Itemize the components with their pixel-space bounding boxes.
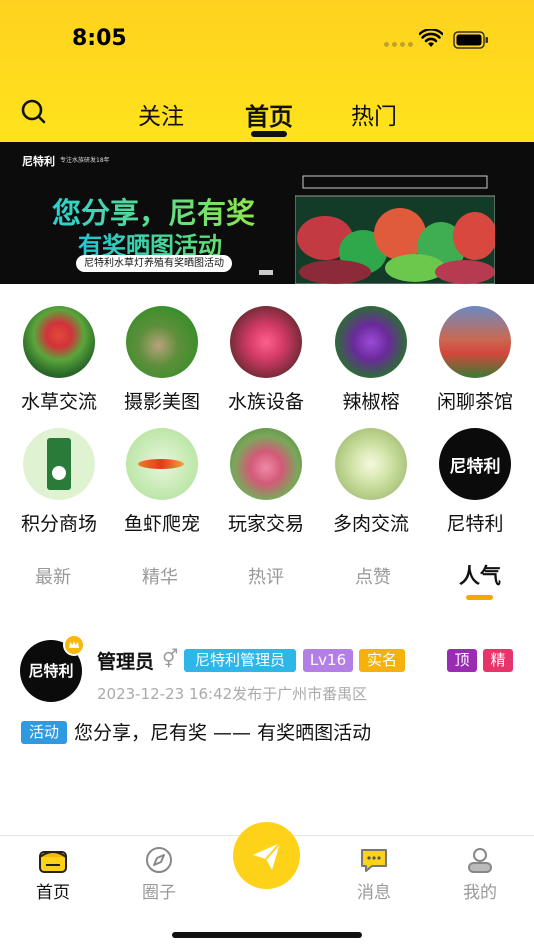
home-indicator (172, 932, 362, 938)
search-icon[interactable] (18, 96, 50, 128)
sort-popularity[interactable]: 人气 (459, 560, 501, 590)
category-image: 尼特利 (439, 428, 511, 500)
compass-icon (146, 847, 172, 873)
level-badge: Lv16 (303, 649, 353, 672)
nav-profile[interactable]: 我的 (450, 846, 510, 903)
category-points-mall[interactable]: 积分商场 (9, 428, 109, 536)
tab-follow[interactable]: 关注 (138, 97, 184, 131)
home-icon (39, 851, 67, 873)
post-title[interactable]: 您分享，尼有奖 —— 有奖晒图活动 (74, 718, 371, 745)
sort-hot-comments[interactable]: 热评 (248, 563, 284, 589)
sort-latest[interactable]: 最新 (35, 563, 71, 589)
category-image (230, 306, 302, 378)
category-image (335, 428, 407, 500)
category-image (230, 428, 302, 500)
post-username[interactable]: 管理员 (97, 647, 154, 674)
category-aquatic-plants[interactable]: 水草交流 (9, 306, 109, 414)
category-image (23, 306, 95, 378)
message-icon (361, 849, 387, 872)
cellular-signal-icon (384, 42, 413, 47)
verified-badge: 实名 (359, 649, 405, 672)
tab-indicator (251, 131, 287, 137)
category-bucephalandra[interactable]: 辣椒榕 (321, 306, 421, 414)
top-badge: 顶 (447, 649, 477, 672)
status-time: 8:05 (72, 26, 127, 51)
tab-home[interactable]: 首页 (245, 97, 293, 132)
category-image (23, 428, 95, 500)
paper-plane-icon (253, 842, 281, 870)
role-badge: 尼特利管理员 (184, 649, 296, 672)
category-niteli[interactable]: 尼特利 尼特利 (425, 428, 525, 536)
aquarium-image (295, 175, 495, 284)
category-image (126, 428, 198, 500)
category-image (126, 306, 198, 378)
publish-button[interactable] (233, 822, 300, 889)
sort-likes[interactable]: 点赞 (355, 563, 391, 589)
category-player-trading[interactable]: 玩家交易 (216, 428, 316, 536)
user-icon (468, 848, 492, 873)
nav-messages[interactable]: 消息 (344, 846, 404, 903)
banner-brand: 尼特利 (22, 155, 55, 168)
tab-hot[interactable]: 热门 (351, 97, 397, 131)
sort-indicator (466, 595, 493, 600)
niteli-logo: 尼特利 (449, 457, 501, 477)
crown-icon (63, 634, 85, 656)
wifi-icon (419, 29, 443, 47)
gender-icon: ⚥ (162, 649, 179, 670)
category-fish-shrimp-reptiles[interactable]: 鱼虾爬宠 (112, 428, 212, 536)
nav-home[interactable]: 首页 (23, 846, 83, 903)
nav-circle[interactable]: 圈子 (129, 846, 189, 903)
essence-badge: 精 (483, 649, 513, 672)
banner-page-indicator (259, 270, 273, 275)
topic-tag[interactable]: 活动 (21, 721, 67, 744)
banner-brand-sub: 专注水族研发18年 (60, 157, 110, 164)
category-image (439, 306, 511, 378)
post-meta: 2023-12-23 16:42发布于广州市番禺区 (97, 685, 368, 703)
category-photography[interactable]: 摄影美图 (112, 306, 212, 414)
category-image (335, 306, 407, 378)
promo-banner[interactable]: 尼特利 专注水族研发18年 您分享，尼有奖 有奖晒图活动 尼特利水草灯养殖有奖晒… (0, 142, 534, 284)
category-succulents[interactable]: 多肉交流 (321, 428, 421, 536)
banner-tagline: 尼特利水草灯养殖有奖晒图活动 (76, 255, 232, 272)
sort-essence[interactable]: 精华 (142, 563, 178, 589)
category-aquarium-equipment[interactable]: 水族设备 (216, 306, 316, 414)
battery-icon (453, 31, 488, 49)
category-chat-teahouse[interactable]: 闲聊茶馆 (425, 306, 525, 414)
